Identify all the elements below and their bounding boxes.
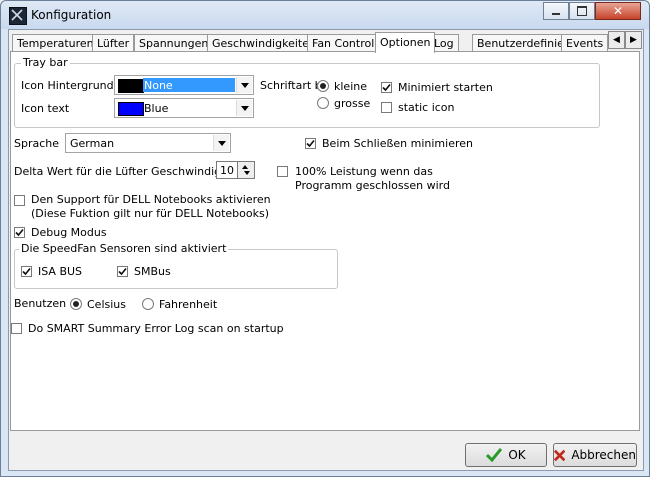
chevron-down-icon	[236, 77, 252, 93]
smart-scan-checkbox[interactable]	[11, 323, 22, 334]
minimize-on-close-label: Beim Schließen minimieren	[322, 137, 473, 150]
icon-text-select[interactable]: Blue	[114, 98, 254, 118]
delta-spinner[interactable]: 10	[216, 161, 255, 179]
checkmark-icon	[486, 448, 503, 462]
arrow-left-icon: ◀	[613, 35, 620, 45]
font-label: Schriftart b	[260, 79, 322, 92]
delta-value: 10	[220, 164, 234, 177]
debug-mode-label: Debug Modus	[31, 226, 107, 239]
title-bar[interactable]: Konfiguration ✕	[1, 1, 649, 29]
icon-text-value: Blue	[144, 102, 169, 115]
tab-geschwindigkeiten[interactable]: Geschwindigkeiten	[207, 34, 321, 52]
ok-label: OK	[508, 448, 526, 462]
font-large-label: grosse	[334, 97, 371, 110]
minimized-start-checkbox[interactable]	[381, 82, 392, 93]
icon-background-value: None	[144, 79, 173, 92]
font-large-radio[interactable]	[317, 97, 329, 109]
minimized-start-label: Minimiert starten	[398, 81, 493, 94]
units-label: Benutzen	[14, 297, 67, 310]
tray-bar-title: Tray bar	[21, 56, 70, 69]
debug-mode-checkbox[interactable]	[14, 227, 25, 238]
isa-bus-checkbox[interactable]	[21, 266, 32, 277]
fahrenheit-label: Fahrenheit	[159, 298, 218, 311]
dell-support-checkbox[interactable]	[14, 195, 25, 206]
blue-color-swatch	[118, 102, 144, 116]
radio-dot	[320, 83, 326, 89]
dell-support-line2: (Diese Fuktion gilt nur für DELL Noteboo…	[31, 207, 269, 220]
language-select[interactable]: German	[65, 133, 231, 153]
full-power-line2: Programm geschlossen wird	[295, 179, 450, 192]
celsius-radio[interactable]	[70, 298, 82, 310]
black-color-swatch	[118, 79, 144, 93]
ok-button[interactable]: OK	[465, 443, 547, 467]
tab-temperaturen[interactable]: Temperaturen	[12, 34, 99, 52]
minimize-icon	[552, 13, 560, 15]
icon-text-label: Icon text	[21, 102, 70, 115]
chevron-down-icon	[236, 100, 252, 116]
dell-support-line1: Den Support für DELL Notebooks aktiviere…	[31, 193, 271, 206]
tab-events[interactable]: Events	[561, 34, 609, 52]
minimize-button[interactable]	[543, 2, 569, 20]
smbus-checkbox[interactable]	[117, 266, 128, 277]
tab-fan-control[interactable]: Fan Control	[307, 34, 380, 52]
configuration-window: Konfiguration ✕ Temperaturen Lüfter Span…	[0, 0, 650, 477]
icon-background-label: Icon Hintergrund	[21, 79, 114, 92]
language-value: German	[70, 137, 115, 150]
window-title: Konfiguration	[31, 8, 112, 22]
close-button[interactable]: ✕	[595, 2, 641, 20]
tab-strip: Temperaturen Lüfter Spannungen Geschwind…	[9, 32, 609, 53]
tab-scroll-left-button[interactable]: ◀	[608, 31, 625, 49]
cancel-label: Abbrechen	[571, 448, 636, 462]
sensors-group-title: Die SpeedFan Sensoren sind aktiviert	[19, 242, 229, 255]
spinner-arrows-icon[interactable]	[237, 162, 254, 178]
full-power-line1: 100% Leistung wenn das	[295, 165, 433, 178]
language-label: Sprache	[14, 137, 60, 150]
cross-icon	[554, 449, 566, 461]
maximize-icon	[577, 6, 587, 16]
smbus-label: SMBus	[134, 265, 171, 278]
dialog-client-area: Temperaturen Lüfter Spannungen Geschwind…	[8, 29, 644, 471]
arrow-right-icon: ▶	[630, 35, 637, 45]
tab-optionen[interactable]: Optionen	[375, 32, 436, 53]
maximize-button[interactable]	[569, 2, 595, 20]
isa-bus-label: ISA BUS	[38, 265, 83, 278]
celsius-label: Celsius	[87, 298, 126, 311]
minimize-on-close-checkbox[interactable]	[305, 138, 316, 149]
tray-bar-group	[14, 63, 600, 128]
tab-scroll-right-button[interactable]: ▶	[625, 31, 642, 49]
static-icon-label: static icon	[398, 101, 455, 114]
options-panel: Tray bar Icon Hintergrund None Icon text…	[10, 51, 640, 431]
font-small-radio[interactable]	[317, 80, 329, 92]
icon-background-select[interactable]: None	[114, 75, 254, 95]
close-icon: ✕	[612, 4, 624, 18]
delta-label: Delta Wert für die Lüfter Geschwindigkei…	[14, 165, 242, 178]
radio-dot	[73, 301, 79, 307]
cancel-button[interactable]: Abbrechen	[553, 443, 637, 467]
smart-scan-label: Do SMART Summary Error Log scan on start…	[28, 322, 284, 335]
speedfan-app-icon	[9, 7, 27, 25]
tab-luefter[interactable]: Lüfter	[92, 34, 135, 52]
tab-spannungen[interactable]: Spannungen	[134, 34, 214, 52]
fahrenheit-radio[interactable]	[142, 298, 154, 310]
full-power-checkbox[interactable]	[277, 166, 288, 177]
static-icon-checkbox[interactable]	[381, 102, 392, 113]
chevron-down-icon	[213, 135, 229, 151]
font-small-label: kleine	[334, 80, 367, 93]
